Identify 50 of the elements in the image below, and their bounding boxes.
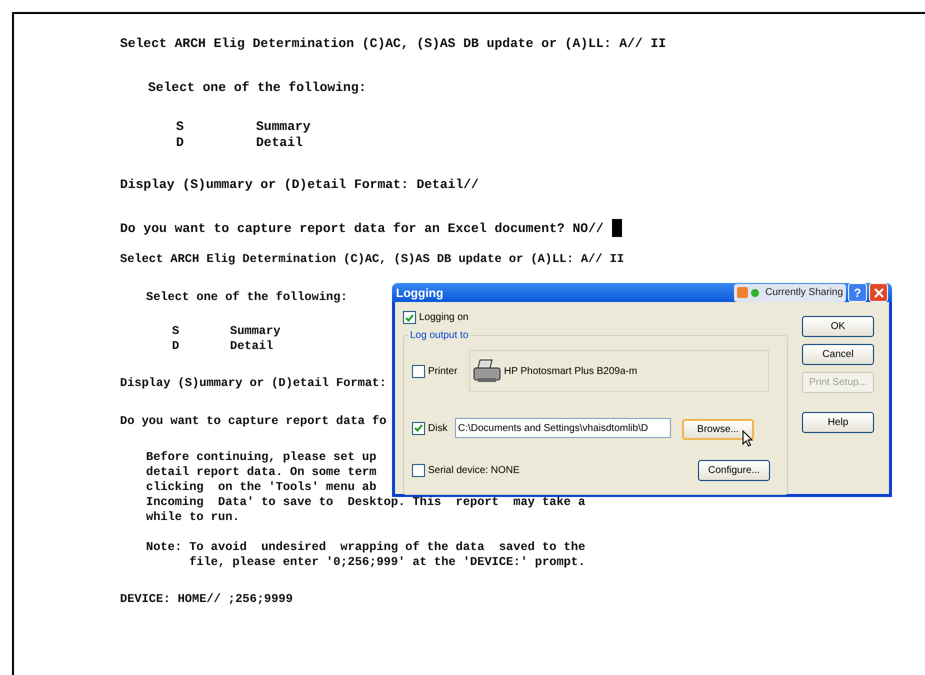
terminal-line: Select one of the following: xyxy=(148,78,366,96)
checkmark-icon xyxy=(405,314,414,322)
terminal-line: detail report data. On some term xyxy=(146,465,376,480)
checkbox[interactable] xyxy=(412,364,425,378)
close-icon xyxy=(874,288,884,298)
terminal-line: Note: To avoid undesired wrapping of the data saved to the xyxy=(146,540,586,555)
terminal-line: Display (S)ummary or (D)etail Format: Detail// xyxy=(120,176,479,194)
dialog-button[interactable]: Browse... xyxy=(682,419,754,440)
terminal-line: while to run. xyxy=(146,510,240,525)
close-button[interactable] xyxy=(869,283,888,302)
mouse-pointer-icon xyxy=(742,430,753,447)
terminal-line: Display (S)ummary or (D)etail Format: xyxy=(120,375,386,392)
option-key: D xyxy=(176,135,184,151)
option-label: Summary xyxy=(256,119,311,135)
option-key: S xyxy=(176,119,184,135)
checkbox-label: Printer xyxy=(428,364,458,378)
terminal-line: Select one of the following: xyxy=(146,289,348,306)
checkbox[interactable] xyxy=(412,464,425,477)
checkbox[interactable] xyxy=(403,311,416,324)
checkbox[interactable] xyxy=(412,422,425,434)
terminal-line: file, please enter '0;256;999' at the 'DEVICE:' prompt. xyxy=(188,555,586,570)
terminal-line: Do you want to capture report data for an Excel document? NO// xyxy=(120,220,604,238)
terminal-line: Before continuing, please set up xyxy=(146,450,376,465)
terminal-line: clicking on the 'Tools' menu ab xyxy=(146,480,376,495)
option-label: Summary xyxy=(230,324,280,339)
terminal-line: Select ARCH Elig Determination (C)AC, (S)AS DB update or (A)LL: A// II xyxy=(120,251,624,268)
printer-icon xyxy=(472,358,502,384)
checkmark-icon xyxy=(414,424,423,432)
dialog-button[interactable]: Cancel xyxy=(802,344,874,365)
checkbox-label: Logging on xyxy=(419,311,468,325)
help-button[interactable]: ? xyxy=(848,283,867,302)
sharing-label: Currently Sharing xyxy=(765,286,843,300)
terminal-line: Incoming Data' to save to Desktop. This report may take a xyxy=(146,495,586,510)
path-field[interactable]: C:\Documents and Settings\vhaisdtomlib\D xyxy=(455,418,671,438)
terminal-line: Do you want to capture report data fo xyxy=(120,413,386,430)
terminal-line: Select ARCH Elig Determination (C)AC, (S)AS DB update or (A)LL: A// II xyxy=(120,35,666,53)
dialog-button[interactable]: Configure... xyxy=(698,460,770,481)
terminal-line: DEVICE: HOME// ;256;9999 xyxy=(120,591,293,608)
dialog-button[interactable]: OK xyxy=(802,316,874,337)
checkbox-label: Disk xyxy=(428,422,448,436)
option-key: D xyxy=(172,339,180,354)
checkbox-label: Serial device: NONE xyxy=(428,464,521,478)
printer-name: HP Photosmart Plus B209a-m xyxy=(504,364,638,378)
option-key: S xyxy=(172,324,180,339)
group-label: Log output to xyxy=(408,328,470,343)
dialog-button[interactable]: Help xyxy=(802,412,874,433)
dialog-title: Logging xyxy=(396,284,444,302)
sharing-logo-icon xyxy=(737,287,748,298)
option-label: Detail xyxy=(256,135,303,151)
option-label: Detail xyxy=(230,339,274,354)
